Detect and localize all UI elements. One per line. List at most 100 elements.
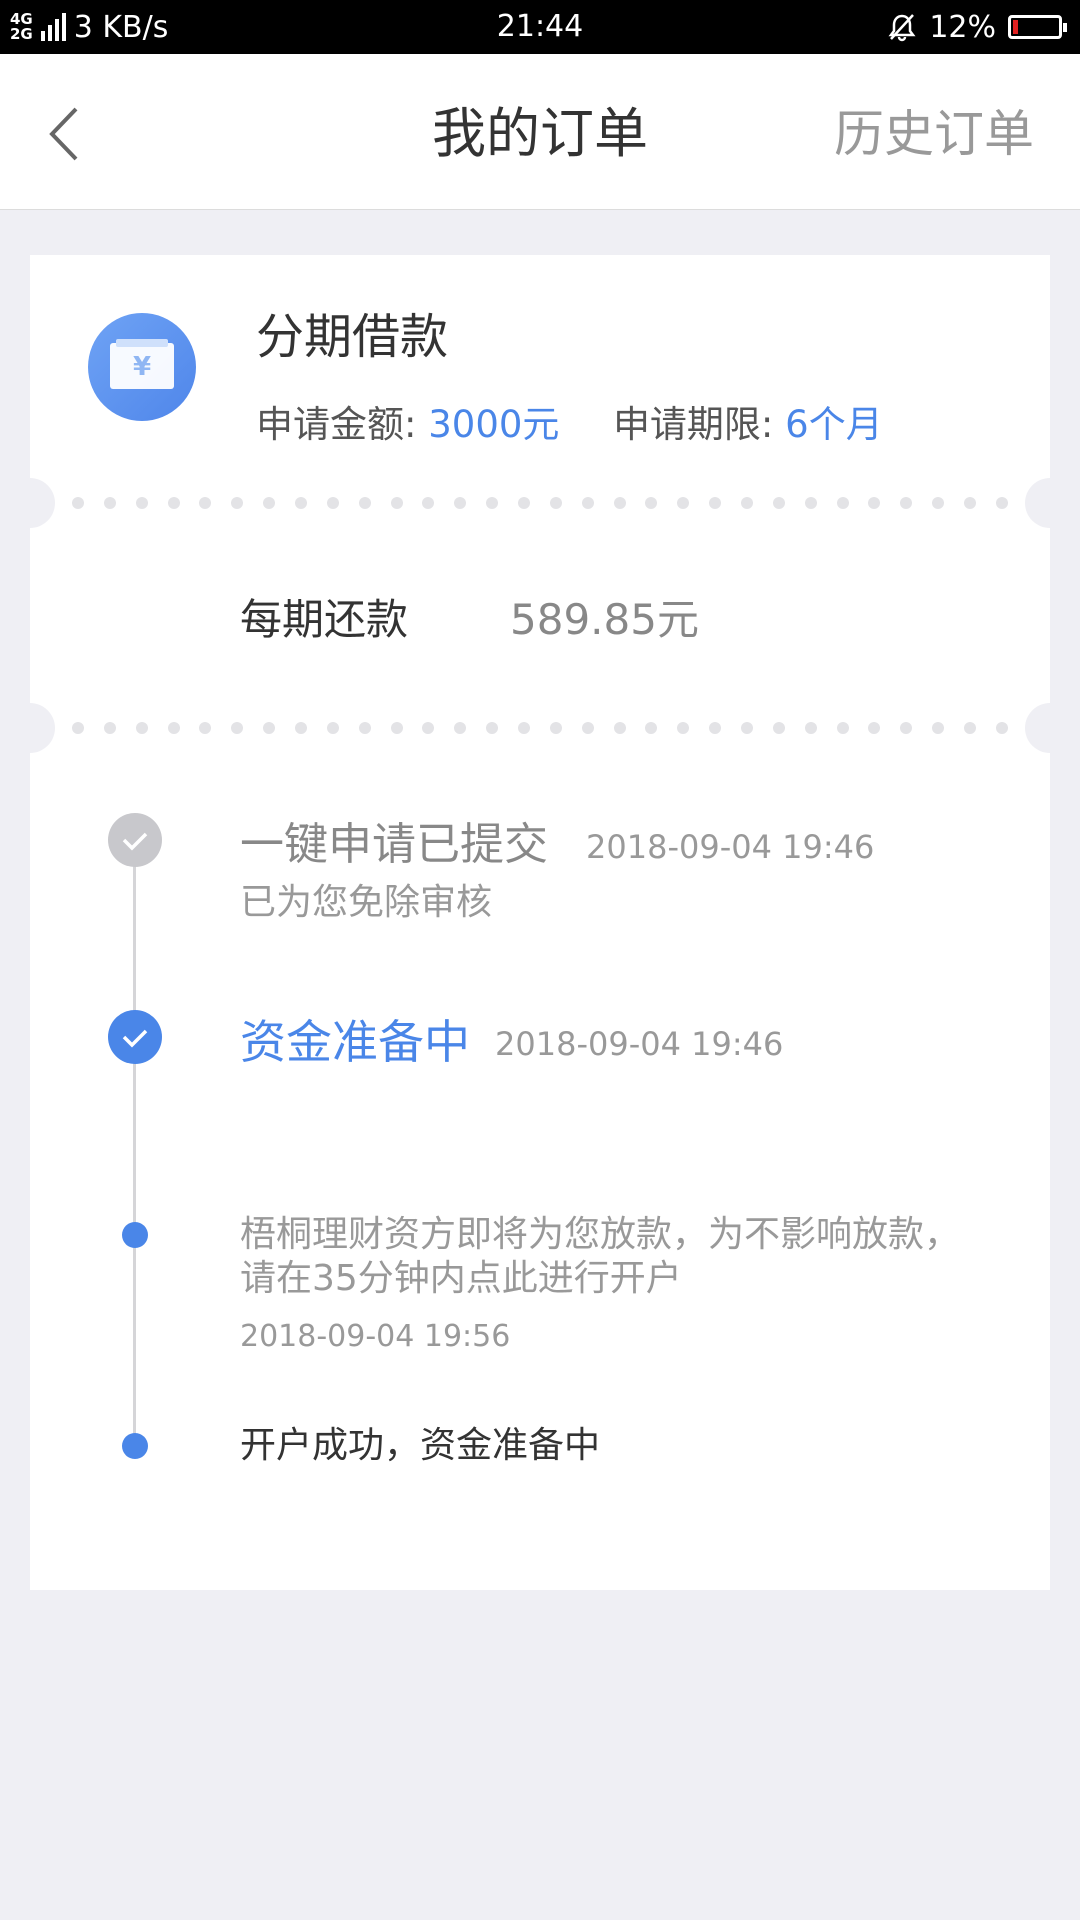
status-bar: 4G 2G 3 KB/s 21:44 12% xyxy=(0,0,1080,54)
dotted-divider xyxy=(5,478,1075,528)
divider-dot xyxy=(772,722,785,734)
wallet-yen-icon: ¥ xyxy=(88,313,196,421)
amount-label: 申请金额: xyxy=(256,403,429,446)
divider-dot xyxy=(836,497,849,509)
divider-dot xyxy=(103,497,116,509)
divider-dot xyxy=(900,497,913,509)
divider-dot xyxy=(72,722,84,734)
loan-title: 分期借款 xyxy=(256,309,449,365)
divider-dot xyxy=(454,722,467,734)
divider-dot xyxy=(709,497,722,509)
term-label: 申请期限: xyxy=(612,403,786,446)
divider-notch-left xyxy=(5,478,55,528)
divider-dot xyxy=(295,722,308,734)
step4-text: 开户成功，资金准备中 xyxy=(240,1425,601,1466)
divider-dot xyxy=(358,497,371,509)
divider-dot xyxy=(932,497,945,509)
check-blue-icon xyxy=(108,1010,162,1064)
divider-dot xyxy=(199,722,212,734)
divider-dot xyxy=(199,497,212,509)
divider-dot xyxy=(836,722,849,734)
step1-time: 2018-09-04 19:46 xyxy=(586,828,875,866)
divider-dot xyxy=(677,722,690,734)
divider-dot xyxy=(868,722,881,734)
divider-notch-left xyxy=(5,703,55,753)
divider-dots xyxy=(72,497,1008,509)
history-orders-link[interactable]: 历史订单 xyxy=(834,99,1034,169)
divider-dot xyxy=(518,497,531,509)
divider-dot xyxy=(263,497,276,509)
nav-bar: 我的订单 历史订单 xyxy=(0,54,1080,210)
divider-dot xyxy=(231,722,244,734)
divider-dot xyxy=(135,722,148,734)
bell-muted-icon xyxy=(888,14,916,42)
divider-dot xyxy=(645,722,658,734)
repay-value: 589.85元 xyxy=(510,595,699,644)
divider-dot xyxy=(804,497,817,509)
term-value: 6个月 xyxy=(785,403,883,446)
repay-label: 每期还款 xyxy=(240,595,409,644)
step1-note: 已为您免除审核 xyxy=(240,882,493,923)
timeline-dot xyxy=(122,1433,148,1459)
divider-dots xyxy=(72,722,1008,734)
divider-dot xyxy=(995,497,1008,509)
divider-dot xyxy=(581,497,594,509)
divider-dot xyxy=(167,497,180,509)
divider-dot xyxy=(741,722,754,734)
timeline-dot xyxy=(122,1222,148,1248)
step3-time: 2018-09-04 19:56 xyxy=(240,1319,511,1354)
divider-dot xyxy=(995,722,1008,734)
divider-dot xyxy=(486,497,499,509)
battery-percent: 12% xyxy=(929,9,996,45)
divider-dot xyxy=(804,722,817,734)
divider-dot xyxy=(390,497,403,509)
dotted-divider xyxy=(5,703,1075,753)
divider-dot xyxy=(964,497,977,509)
divider-dot xyxy=(422,497,435,509)
divider-dot xyxy=(645,497,658,509)
battery-fill xyxy=(1013,20,1018,34)
open-account-prompt[interactable]: 梧桐理财资方即将为您放款，为不影响放款，请在35分钟内点此进行开户 xyxy=(240,1213,980,1301)
divider-dot xyxy=(390,722,403,734)
step1-title: 一键申请已提交 xyxy=(240,819,548,870)
divider-dot xyxy=(549,722,562,734)
divider-dot xyxy=(613,722,626,734)
divider-dot xyxy=(326,722,339,734)
divider-dot xyxy=(677,497,690,509)
divider-dot xyxy=(167,722,180,734)
divider-dot xyxy=(295,497,308,509)
check-icon xyxy=(108,813,162,867)
amount-value: 3000元 xyxy=(428,403,560,446)
divider-dot xyxy=(103,722,116,734)
step2-title: 资金准备中 xyxy=(240,1015,470,1069)
divider-dot xyxy=(772,497,785,509)
divider-dot xyxy=(358,722,371,734)
divider-dot xyxy=(964,722,977,734)
yen-symbol: ¥ xyxy=(132,352,152,382)
divider-dot xyxy=(422,722,435,734)
divider-dot xyxy=(231,497,244,509)
divider-dot xyxy=(518,722,531,734)
divider-dot xyxy=(900,722,913,734)
apply-info: 申请金额: 3000元 申请期限: 6个月 xyxy=(256,400,883,450)
divider-dot xyxy=(549,497,562,509)
divider-dot xyxy=(709,722,722,734)
wallet-top xyxy=(116,339,168,347)
step2-time: 2018-09-04 19:46 xyxy=(495,1025,784,1063)
divider-notch-right xyxy=(1025,703,1075,753)
divider-dot xyxy=(932,722,945,734)
order-card: ¥ 分期借款 申请金额: 3000元 申请期限: 6个月 每期还款 589.85… xyxy=(5,255,1075,1590)
divider-dot xyxy=(454,497,467,509)
check-icon xyxy=(108,1010,162,1064)
divider-dot xyxy=(613,497,626,509)
divider-dot xyxy=(135,497,148,509)
divider-dot xyxy=(72,497,84,509)
divider-dot xyxy=(486,722,499,734)
status-right: 12% xyxy=(887,0,1067,54)
divider-dot xyxy=(326,497,339,509)
divider-dot xyxy=(741,497,754,509)
timeline-line xyxy=(133,840,136,1446)
divider-dot xyxy=(868,497,881,509)
divider-notch-right xyxy=(1025,478,1075,528)
divider-dot xyxy=(263,722,276,734)
